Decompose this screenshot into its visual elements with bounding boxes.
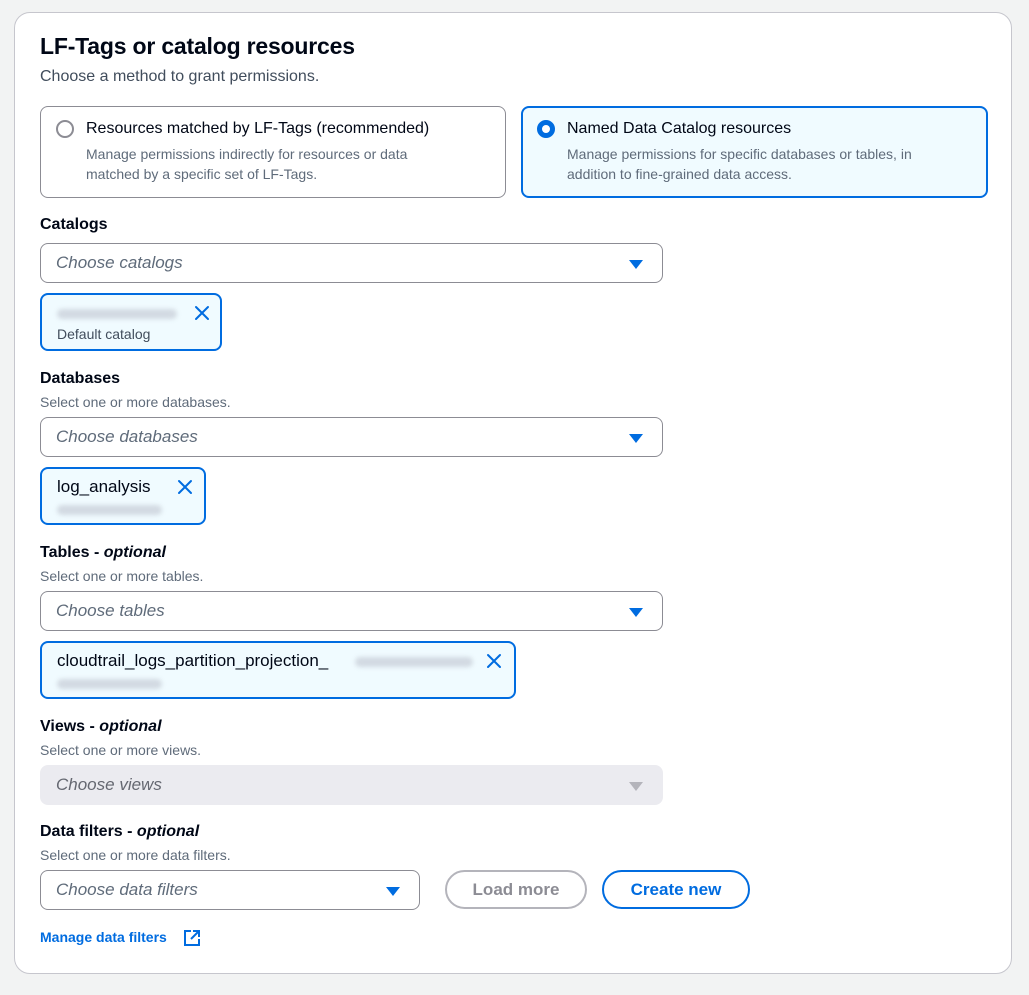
- database-token: log_analysis: [40, 467, 206, 525]
- databases-description: Select one or more databases.: [40, 394, 231, 410]
- views-select: Choose views: [40, 765, 663, 805]
- external-link-icon[interactable]: [183, 929, 201, 947]
- tables-description: Select one or more tables.: [40, 568, 204, 584]
- dropdown-caret-icon: [629, 260, 643, 269]
- table-token: cloudtrail_logs_partition_projection_: [40, 641, 516, 699]
- dropdown-caret-icon: [629, 608, 643, 617]
- dropdown-caret-icon: [629, 434, 643, 443]
- data-filters-description: Select one or more data filters.: [40, 847, 231, 863]
- views-placeholder: Choose views: [56, 775, 162, 794]
- method-label: Named Data Catalog resources: [567, 120, 792, 137]
- data-filters-select[interactable]: Choose data filters: [40, 870, 420, 910]
- load-more-button[interactable]: Load more: [445, 870, 587, 909]
- catalogs-label: Catalogs: [40, 216, 108, 233]
- tables-select[interactable]: Choose tables: [40, 591, 663, 631]
- section-subtitle: Choose a method to grant permissions.: [40, 68, 320, 85]
- catalogs-placeholder: Choose catalogs: [56, 253, 183, 272]
- dismiss-x-icon[interactable]: [193, 304, 211, 322]
- data-filters-placeholder: Choose data filters: [56, 880, 198, 899]
- dropdown-caret-icon: [629, 782, 643, 791]
- databases-label: Databases: [40, 370, 121, 387]
- databases-placeholder: Choose databases: [56, 427, 198, 446]
- redacted-table-owner: [57, 679, 162, 689]
- manage-data-filters-link[interactable]: Manage data filters: [40, 929, 167, 945]
- catalogs-select[interactable]: Choose catalogs: [40, 243, 663, 283]
- method-tile-named-resources[interactable]: Named Data Catalog resources Manage perm…: [521, 106, 988, 198]
- redacted-catalog-id: [57, 309, 177, 319]
- database-token-label: log_analysis: [57, 477, 151, 496]
- section-title: LF-Tags or catalog resources: [40, 33, 355, 59]
- method-label: Resources matched by LF-Tags (recommende…: [86, 120, 430, 137]
- radio-selected-icon[interactable]: [537, 120, 555, 138]
- tables-label: Tables - optional: [40, 544, 166, 561]
- create-new-button[interactable]: Create new: [602, 870, 750, 909]
- databases-select[interactable]: Choose databases: [40, 417, 663, 457]
- catalog-token-description: Default catalog: [57, 326, 151, 342]
- dismiss-x-icon[interactable]: [176, 478, 194, 496]
- method-description: Manage permissions indirectly for resour…: [86, 146, 408, 182]
- data-filters-label: Data filters - optional: [40, 823, 200, 840]
- catalog-token: Default catalog: [40, 293, 222, 351]
- table-token-label: cloudtrail_logs_partition_projection_: [57, 651, 329, 670]
- views-description: Select one or more views.: [40, 742, 202, 758]
- dismiss-x-icon[interactable]: [485, 652, 503, 670]
- redacted-table-suffix: [355, 657, 473, 667]
- tables-placeholder: Choose tables: [56, 601, 165, 620]
- redacted-database-owner: [57, 505, 162, 515]
- method-tile-lf-tags[interactable]: Resources matched by LF-Tags (recommende…: [40, 106, 506, 198]
- radio-unselected-icon[interactable]: [56, 120, 74, 138]
- method-description: Manage permissions for specific database…: [567, 146, 912, 182]
- dropdown-caret-icon: [386, 887, 400, 896]
- views-label: Views - optional: [40, 718, 162, 735]
